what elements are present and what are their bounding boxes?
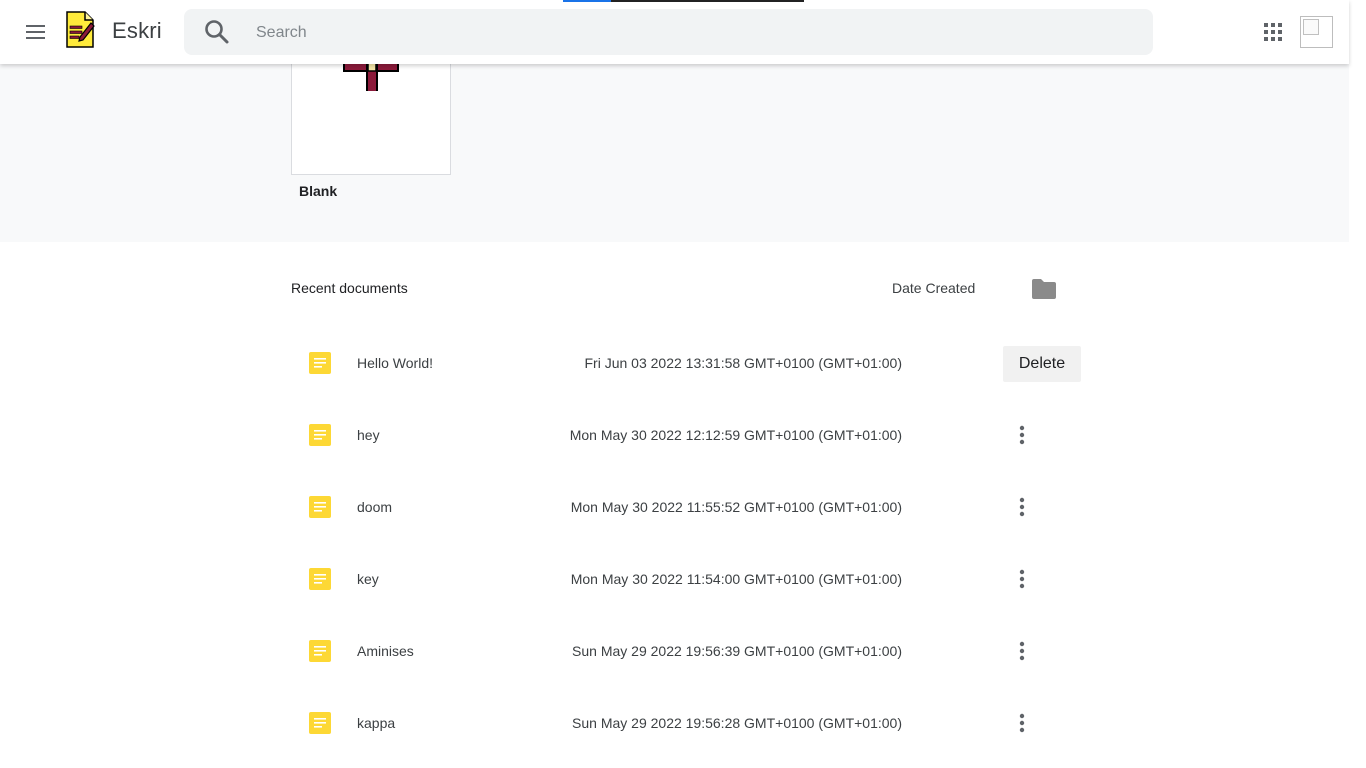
broken-image-icon [1303,19,1319,35]
document-date: Mon May 30 2022 12:12:59 GMT+0100 (GMT+0… [569,427,902,443]
document-date: Mon May 30 2022 11:55:52 GMT+0100 (GMT+0… [570,499,902,515]
document-name: Hello World! [357,355,433,371]
search-bar [184,9,1153,55]
document-name: Aminises [357,643,414,659]
document-icon [309,640,331,662]
pen-icon [343,61,399,91]
template-gallery: Blank [0,54,1349,242]
document-icon [309,424,331,446]
document-name: doom [357,499,393,515]
list-item[interactable]: Hello World! Fri Jun 03 2022 13:31:58 GM… [291,335,1091,407]
document-name: kappa [357,715,396,731]
hamburger-menu-icon[interactable] [22,20,50,44]
document-date: Sun May 29 2022 19:56:28 GMT+0100 (GMT+0… [572,715,902,731]
folder-icon[interactable] [1031,278,1057,300]
document-name: hey [357,427,380,443]
avatar[interactable] [1300,16,1333,48]
list-item[interactable]: hey Mon May 30 2022 12:12:59 GMT+0100 (G… [291,407,1091,479]
list-item[interactable]: kappa Sun May 29 2022 19:56:28 GMT+0100 … [291,695,1091,767]
search-input[interactable] [254,17,1118,49]
top-app-bar: Eskri [0,0,1349,64]
loading-progress-bar [563,0,804,2]
document-icon [309,496,331,518]
more-options-icon[interactable] [1010,710,1034,736]
scrollbar[interactable] [1349,0,1366,768]
document-date: Sun May 29 2022 19:56:39 GMT+0100 (GMT+0… [572,643,902,659]
more-options-icon[interactable] [1010,422,1034,448]
more-options-icon[interactable] [1010,566,1034,592]
app-title[interactable]: Eskri [112,18,162,44]
recent-documents-heading: Recent documents [291,280,408,296]
template-blank-card[interactable] [291,54,451,175]
eskri-logo-icon[interactable] [64,10,96,50]
search-icon[interactable] [204,19,230,45]
template-label: Blank [299,183,338,199]
list-item[interactable]: key Mon May 30 2022 11:54:00 GMT+0100 (G… [291,551,1091,623]
delete-button[interactable]: Delete [1003,346,1081,382]
more-options-icon[interactable] [1010,638,1034,664]
document-icon [309,352,331,374]
apps-grid-icon[interactable] [1262,21,1284,43]
more-options-icon[interactable] [1010,494,1034,520]
document-date: Mon May 30 2022 11:54:00 GMT+0100 (GMT+0… [570,571,902,587]
document-name: key [357,571,379,587]
list-item[interactable]: Aminises Sun May 29 2022 19:56:39 GMT+01… [291,623,1091,695]
sort-by-date-created[interactable]: Date Created [892,280,975,296]
list-item[interactable]: doom Mon May 30 2022 11:55:52 GMT+0100 (… [291,479,1091,551]
document-icon [309,568,331,590]
document-date: Fri Jun 03 2022 13:31:58 GMT+0100 (GMT+0… [584,355,902,371]
document-icon [309,712,331,734]
